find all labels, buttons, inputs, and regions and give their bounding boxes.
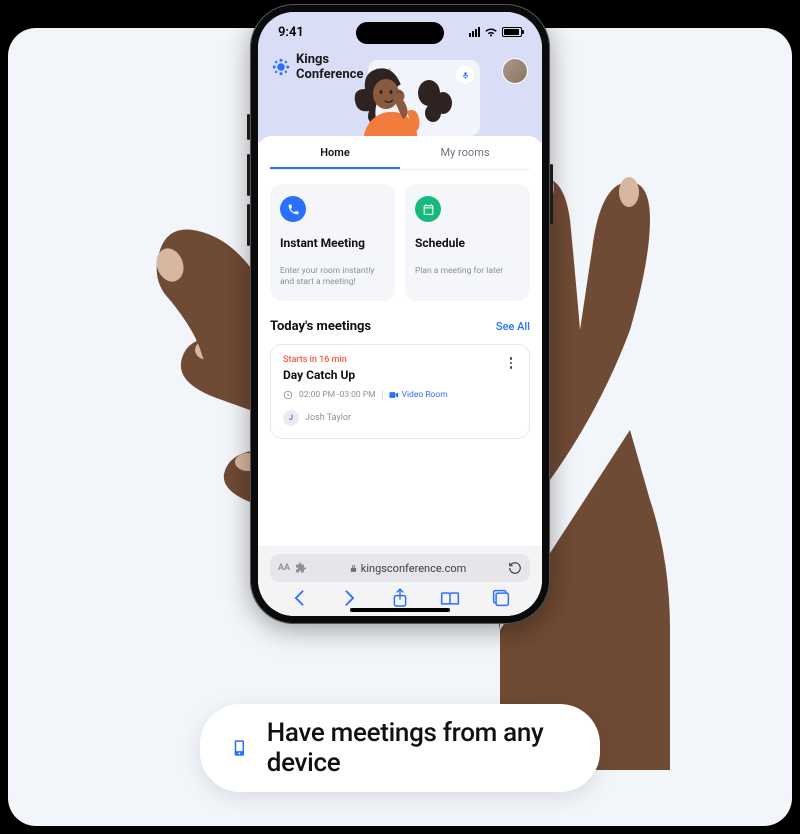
phone-mute-switch — [247, 114, 250, 140]
brand-logo-icon — [272, 58, 290, 76]
phone-power-button — [550, 164, 553, 224]
lock-icon — [349, 564, 358, 573]
address-bar[interactable]: AA kingsconference.com — [270, 554, 530, 582]
see-all-link[interactable]: See All — [496, 320, 530, 333]
more-options-icon[interactable] — [503, 355, 519, 371]
forward-button[interactable] — [340, 588, 360, 608]
share-button[interactable] — [390, 588, 410, 608]
avatar[interactable] — [502, 58, 528, 84]
phone-volume-down — [247, 204, 250, 246]
tab-home[interactable]: Home — [270, 136, 400, 169]
tabs-button[interactable] — [491, 588, 511, 608]
home-indicator[interactable] — [350, 608, 450, 612]
meeting-room-label: Video Room — [402, 390, 448, 400]
phone-volume-up — [247, 154, 250, 196]
caption-text: Have meetings from any device — [267, 718, 570, 778]
meeting-room-link[interactable]: Video Room — [389, 390, 448, 400]
reload-icon[interactable] — [508, 561, 522, 575]
microphone-icon — [456, 66, 474, 84]
safari-toolbar: AA kingsconference.com — [258, 546, 542, 616]
dynamic-island — [356, 22, 444, 44]
mobile-device-icon — [230, 737, 249, 759]
bookmarks-button[interactable] — [440, 588, 460, 608]
meeting-starts-label: Starts in 16 min — [283, 355, 517, 365]
instant-meeting-card[interactable]: Instant Meeting Enter your room instantl… — [270, 184, 395, 301]
tabs: Home My rooms — [270, 136, 530, 170]
divider — [382, 390, 383, 400]
video-icon — [389, 391, 399, 399]
status-time: 9:41 — [278, 25, 304, 40]
phone-call-icon — [280, 196, 306, 222]
hero-card — [368, 60, 480, 136]
todays-meetings-title: Today's meetings — [270, 319, 371, 334]
brand-line2: Conference — [296, 67, 363, 82]
attendee-avatar: J — [283, 410, 299, 426]
meeting-card[interactable]: Starts in 16 min Day Catch Up 02:00 PM -… — [270, 344, 530, 439]
instant-meeting-desc: Enter your room instantly and start a me… — [280, 266, 385, 289]
schedule-desc: Plan a meeting for later — [415, 266, 520, 277]
battery-icon — [502, 27, 522, 37]
schedule-title: Schedule — [415, 236, 520, 250]
phone-screen: 9:41 Kings Conference — [258, 12, 542, 616]
app-content: Home My rooms Instant Meeting Enter your… — [258, 136, 542, 546]
instant-meeting-title: Instant Meeting — [280, 236, 385, 250]
calendar-icon — [415, 196, 441, 222]
clock-icon — [283, 390, 293, 400]
hero-dots-icon — [376, 68, 391, 71]
tab-my-rooms[interactable]: My rooms — [400, 136, 530, 169]
phone-device: 9:41 Kings Conference — [250, 4, 550, 624]
attendee-name: Josh Taylor — [305, 413, 351, 423]
wifi-icon — [484, 27, 498, 38]
caption-pill: Have meetings from any device — [200, 704, 600, 792]
cellular-signal-icon — [469, 27, 480, 37]
back-button[interactable] — [289, 588, 309, 608]
extension-icon[interactable] — [295, 562, 307, 574]
meeting-title: Day Catch Up — [283, 368, 517, 382]
schedule-card[interactable]: Schedule Plan a meeting for later — [405, 184, 530, 301]
meeting-time: 02:00 PM -03:00 PM — [299, 390, 376, 400]
brand-line1: Kings — [296, 52, 363, 67]
text-size-label[interactable]: AA — [278, 563, 290, 573]
address-domain: kingsconference.com — [361, 562, 467, 575]
